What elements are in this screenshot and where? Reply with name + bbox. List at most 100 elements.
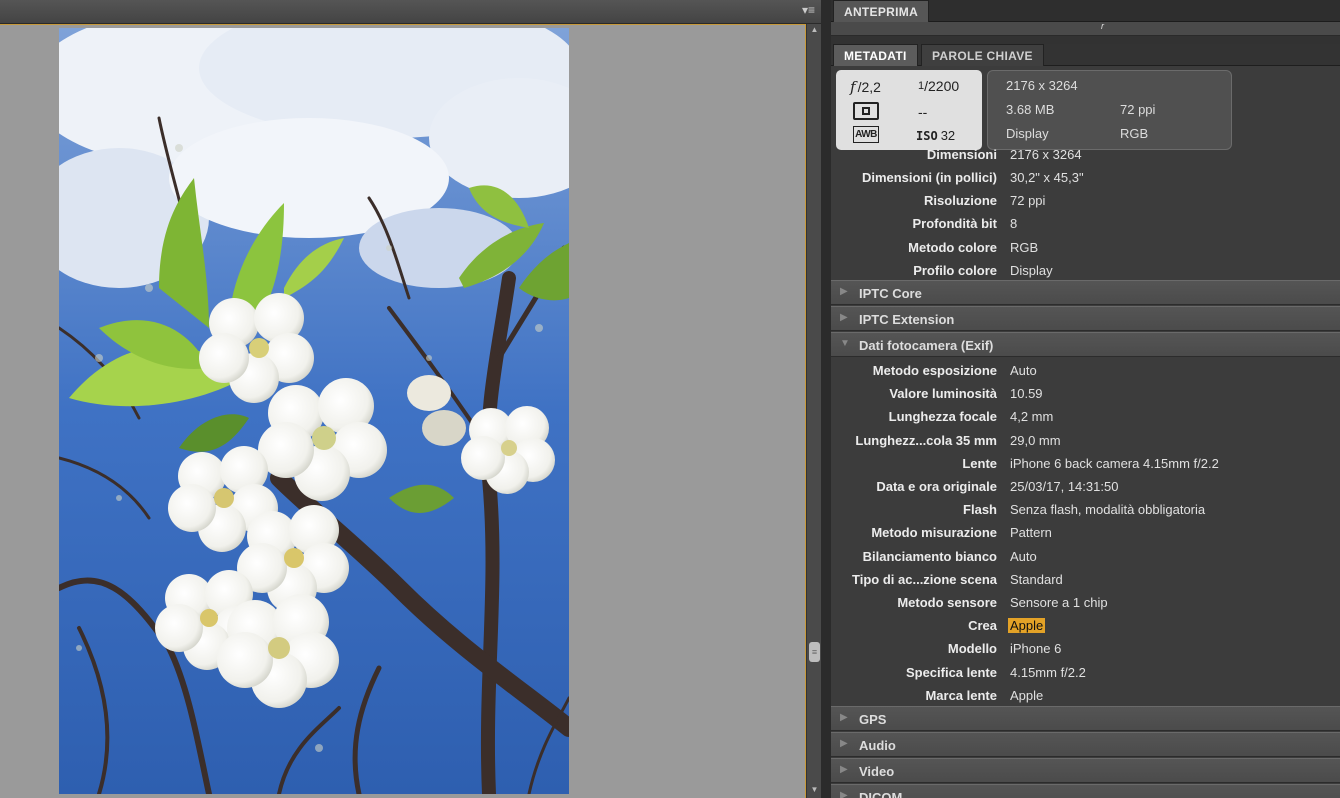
exif-value[interactable]: Senza flash, modalità obbligatoria (1010, 502, 1205, 517)
metering-value: -- (918, 104, 928, 120)
exif-key: Tipo di ac...zione scena (852, 572, 997, 587)
exif-row: Lunghezza focale 4,2 mm (831, 405, 1340, 428)
section-label: Audio (859, 738, 896, 753)
exif-key: Bilanciamento bianco (862, 549, 997, 564)
exif-row: Lunghezz...cola 35 mm 29,0 mm (831, 429, 1340, 452)
property-value[interactable]: 30,2" x 45,3" (1010, 170, 1084, 185)
exif-value[interactable]: 29,0 mm (1010, 433, 1061, 448)
iso-number: 32 (940, 128, 956, 143)
metadata-summary: f /2,2 1 /2200 -- AWB ISO 32 2176 x 3264… (831, 66, 1340, 154)
panel-splitter[interactable] (821, 0, 831, 798)
tab-keywords[interactable]: PAROLE CHIAVE (921, 44, 1044, 66)
exif-row: Metodo misurazione Pattern (831, 521, 1340, 544)
exif-row: Flash Senza flash, modalità obbligatoria (831, 498, 1340, 521)
scroll-down-arrow-icon[interactable]: ▼ (807, 784, 822, 796)
disclosure-right-icon[interactable]: ▶ (840, 764, 848, 775)
property-value[interactable]: 8 (1010, 216, 1017, 231)
exif-value[interactable]: 25/03/17, 14:31:50 (1010, 479, 1118, 494)
exif-value[interactable]: 4,2 mm (1010, 409, 1053, 424)
aperture-number: /2,2 (857, 79, 881, 95)
bridge-window: ▾≡ ▲ ≡ ▼ ANTEPRIMA r METADATI PAROLE CHI… (0, 0, 1340, 798)
exif-key: Crea (968, 618, 997, 633)
metadata-properties[interactable]: Dimensioni 2176 x 3264 Dimensioni (in po… (831, 147, 1340, 798)
property-value[interactable]: Display (1010, 263, 1053, 278)
property-row: Profondità bit 8 (831, 212, 1340, 235)
disclosure-right-icon[interactable]: ▶ (840, 738, 848, 749)
section-gps[interactable]: ▶ GPS (831, 706, 1340, 731)
section-iptc-extension[interactable]: ▶ IPTC Extension (831, 306, 1340, 331)
property-row: Dimensioni 2176 x 3264 (831, 147, 1340, 166)
exif-value[interactable]: iPhone 6 back camera 4.15mm f/2.2 (1010, 456, 1219, 471)
panel-menu-icon[interactable]: ▾≡ (802, 3, 815, 17)
file-color-profile: Display (1006, 126, 1049, 141)
section-label: Dati fotocamera (Exif) (859, 338, 994, 353)
section-label: DICOM (859, 790, 903, 798)
scroll-up-arrow-icon[interactable]: ▲ (807, 24, 822, 36)
content-area[interactable] (0, 24, 806, 798)
preview-tabbar: ANTEPRIMA (831, 0, 1340, 22)
exif-row: Metodo sensore Sensore a 1 chip (831, 591, 1340, 614)
exif-row: Metodo esposizione Auto (831, 359, 1340, 382)
exif-value[interactable]: iPhone 6 (1010, 641, 1061, 656)
aperture-value: f /2,2 (850, 78, 881, 96)
property-key: Dimensioni (in pollici) (861, 170, 997, 185)
property-value[interactable]: 72 ppi (1010, 193, 1045, 208)
metadata-tabbar: METADATI PAROLE CHIAVE (831, 44, 1340, 66)
camera-data-card: f /2,2 1 /2200 -- AWB ISO 32 (836, 70, 982, 150)
aperture-f-symbol: f (850, 78, 856, 96)
property-key: Profilo colore (913, 263, 997, 278)
section-label: Video (859, 764, 895, 779)
disclosure-right-icon[interactable]: ▶ (840, 312, 848, 323)
metering-icon (853, 102, 879, 120)
tab-metadata[interactable]: METADATI (833, 44, 918, 66)
exif-key: Flash (963, 502, 997, 517)
section-iptc-core[interactable]: ▶ IPTC Core (831, 280, 1340, 305)
exif-key: Valore luminosità (889, 386, 997, 401)
disclosure-right-icon[interactable]: ▶ (840, 286, 848, 297)
property-row: Dimensioni (in pollici) 30,2" x 45,3" (831, 166, 1340, 189)
exif-key: Lente (962, 456, 997, 471)
cherry-blossom-photo[interactable] (59, 28, 569, 794)
scrollbar-thumb[interactable]: ≡ (809, 642, 820, 662)
property-value[interactable]: RGB (1010, 240, 1038, 255)
exif-key: Metodo sensore (897, 595, 997, 610)
disclosure-right-icon[interactable]: ▶ (840, 790, 848, 798)
exif-row: Marca lente Apple (831, 684, 1340, 707)
section-video[interactable]: ▶ Video (831, 758, 1340, 783)
exif-row: Data e ora originale 25/03/17, 14:31:50 (831, 475, 1340, 498)
shutter-speed: 1 /2200 (918, 78, 959, 94)
exif-row: Valore luminosità 10.59 (831, 382, 1340, 405)
disclosure-right-icon[interactable]: ▶ (840, 712, 848, 723)
property-value[interactable]: 2176 x 3264 (1010, 147, 1082, 162)
panel-gap (831, 36, 1340, 44)
file-info-card: 2176 x 3264 3.68 MB 72 ppi Display RGB (987, 70, 1232, 150)
iso-value: ISO 32 (916, 128, 955, 143)
exif-row: Modello iPhone 6 (831, 637, 1340, 660)
exif-value[interactable]: Auto (1010, 363, 1037, 378)
exif-row: Crea Apple (831, 614, 1340, 637)
preview-marker: r (1101, 21, 1104, 31)
exif-key: Metodo esposizione (872, 363, 997, 378)
exif-value[interactable]: Standard (1010, 572, 1063, 587)
property-row: Risoluzione 72 ppi (831, 189, 1340, 212)
section-label: IPTC Extension (859, 312, 955, 327)
section-label: IPTC Core (859, 286, 922, 301)
exif-value[interactable]: 10.59 (1010, 386, 1043, 401)
disclosure-down-icon[interactable]: ▼ (840, 338, 850, 349)
exif-value-highlighted[interactable]: Apple (1008, 618, 1046, 633)
section-exif[interactable]: ▼ Dati fotocamera (Exif) (831, 332, 1340, 357)
tab-preview[interactable]: ANTEPRIMA (833, 0, 930, 22)
exif-value[interactable]: Apple (1010, 688, 1043, 703)
section-dicom[interactable]: ▶ DICOM (831, 784, 1340, 798)
content-scrollbar[interactable]: ▲ ≡ ▼ (806, 24, 821, 798)
exif-row: Tipo di ac...zione scena Standard (831, 568, 1340, 591)
exif-value[interactable]: Auto (1010, 549, 1037, 564)
section-audio[interactable]: ▶ Audio (831, 732, 1340, 757)
exif-key: Specifica lente (905, 665, 997, 680)
exif-value[interactable]: 4.15mm f/2.2 (1010, 665, 1086, 680)
exif-value[interactable]: Pattern (1010, 525, 1052, 540)
property-row: Metodo colore RGB (831, 236, 1340, 259)
exif-row: Lente iPhone 6 back camera 4.15mm f/2.2 (831, 452, 1340, 475)
content-panel-header: ▾≡ (0, 0, 821, 24)
exif-value[interactable]: Sensore a 1 chip (1010, 595, 1108, 610)
